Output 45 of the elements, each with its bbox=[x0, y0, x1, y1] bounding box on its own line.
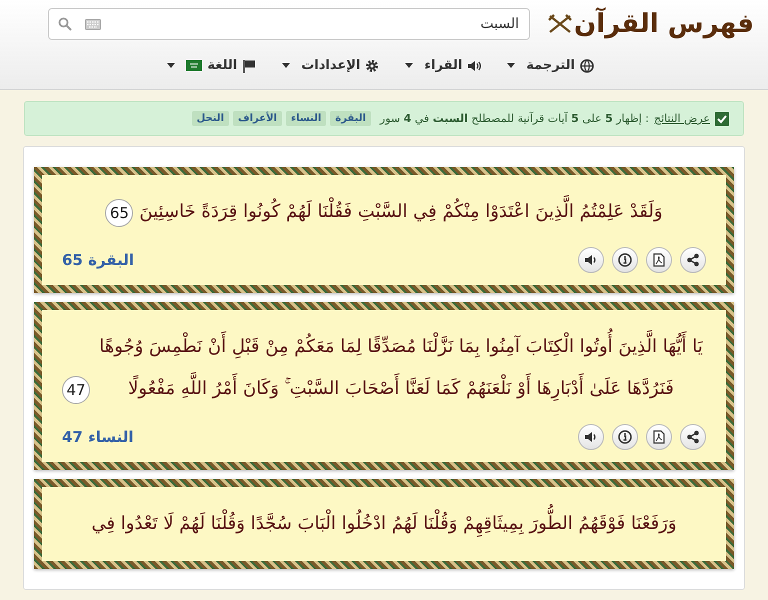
globe-icon bbox=[580, 58, 594, 72]
caret-icon bbox=[405, 63, 414, 68]
verse-number: 65 bbox=[105, 199, 134, 227]
pdf-icon bbox=[653, 430, 665, 444]
caret-icon bbox=[167, 63, 176, 68]
pdf-button[interactable] bbox=[646, 247, 672, 273]
speaker-icon bbox=[467, 58, 482, 72]
site-logo[interactable]: فهرس القرآن bbox=[574, 9, 754, 39]
pdf-icon bbox=[653, 253, 665, 267]
speaker-icon bbox=[584, 430, 598, 444]
surah-reference[interactable]: النساء 47 bbox=[62, 428, 134, 446]
country-flag-icon bbox=[186, 60, 202, 71]
verse-text: يَا أَيُّهَا الَّذِينَ أُوتُوا الْكِتَابَ آمِنُوا بِمَا نَزَّلْنَا مُصَدِّقًا لِمَا مَعَكُمْ مِنْ قَبْلِ أَنْ نَطْمِسَ وُجُوهًا فَنَرُدَّهَا عَلَىٰ أَدْبَارِهَا أَوْ نَلْعَنَهُمْ كَمَا لَعَنَّا أَصْحَابَ السَّبْتِ ۚ وَكَانَ أَمْرُ اللَّهِ مَفْعُولًا bbox=[96, 324, 706, 414]
surah-tag[interactable]: النحل bbox=[192, 111, 229, 126]
surah-tag[interactable]: النساء bbox=[286, 111, 326, 126]
info-icon bbox=[618, 253, 632, 267]
verse-number: 47 bbox=[62, 376, 90, 404]
crossed-swords-icon bbox=[548, 14, 572, 34]
info-button[interactable] bbox=[612, 247, 638, 273]
share-button[interactable] bbox=[680, 247, 706, 273]
info-button[interactable] bbox=[612, 424, 638, 450]
share-icon bbox=[686, 253, 700, 267]
pdf-button[interactable] bbox=[646, 424, 672, 450]
surah-tag[interactable]: البقرة bbox=[330, 111, 371, 126]
speaker-icon bbox=[584, 253, 598, 267]
verse-text: وَلَقَدْ عَلِمْتُمُ الَّذِينَ اعْتَدَوْا مِنْكُمْ فِي السَّبْتِ فَقُلْنَا لَهُمْ كُونُوا قِرَدَةً خَاسِئِينَ bbox=[139, 189, 663, 237]
audio-button[interactable] bbox=[578, 424, 604, 450]
caret-icon bbox=[282, 63, 290, 68]
info-icon bbox=[618, 430, 632, 444]
results-link[interactable]: عرض النتائج bbox=[654, 112, 710, 125]
nav-dropdown[interactable]: القراء bbox=[405, 58, 482, 73]
nav-dropdown[interactable]: الترجمة bbox=[507, 58, 594, 73]
caret-icon bbox=[507, 63, 516, 68]
share-icon bbox=[686, 430, 700, 444]
nav-dropdown[interactable]: الإعدادات bbox=[282, 58, 380, 73]
search-field[interactable]: السبت bbox=[48, 8, 530, 40]
nav-dropdown[interactable]: اللغة bbox=[167, 58, 256, 73]
flag-icon bbox=[242, 58, 256, 72]
surah-reference[interactable]: البقرة 65 bbox=[62, 251, 134, 269]
search-icon[interactable] bbox=[58, 17, 72, 31]
surah-tag[interactable]: الأعراف bbox=[233, 111, 282, 126]
audio-button[interactable] bbox=[578, 247, 604, 273]
share-button[interactable] bbox=[680, 424, 706, 450]
verse-text: وَرَفَعْنَا فَوْقَهُمُ الطُّورَ بِمِيثَاقِهِمْ وَقُلْنَا لَهُمُ ادْخُلُوا الْبَابَ سُجَّدًا وَقُلْنَا لَهُمْ لَا تَعْدُوا فِي bbox=[91, 501, 677, 549]
gear-icon bbox=[365, 58, 380, 72]
